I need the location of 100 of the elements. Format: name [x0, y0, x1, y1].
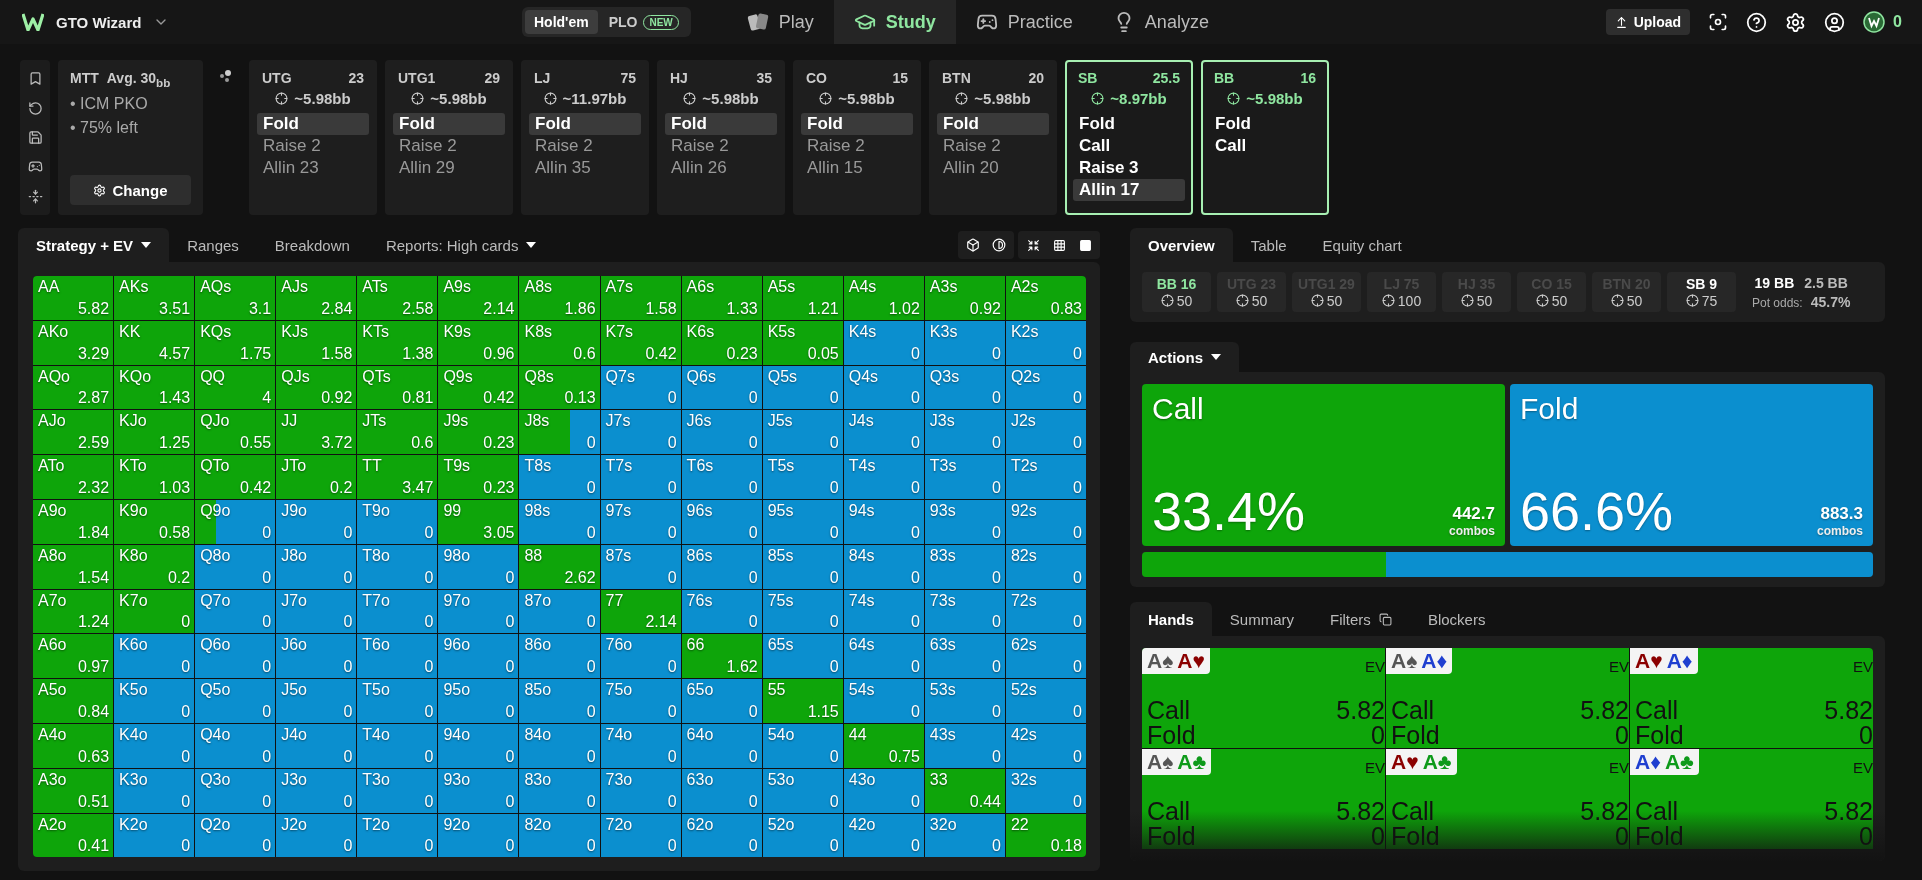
hand-cell[interactable]: K5s 0.05 — [762, 320, 843, 365]
hand-cell[interactable]: Q8o 0 — [195, 544, 276, 589]
hand-cell[interactable]: 76o 0 — [600, 634, 681, 679]
action-option[interactable]: Fold — [937, 113, 1049, 135]
hand-cell[interactable]: 86o 0 — [519, 634, 600, 679]
hand-cell[interactable]: J6o 0 — [276, 634, 357, 679]
hand-cell[interactable]: J4o 0 — [276, 723, 357, 768]
hand-cell[interactable]: 73o 0 — [600, 768, 681, 813]
panel-tab[interactable]: Overview — [1130, 228, 1233, 262]
hand-cell[interactable]: 63o 0 — [681, 768, 762, 813]
hand-cell[interactable]: 82s 0 — [1005, 544, 1086, 589]
hand-cell[interactable]: Q3s 0 — [924, 365, 1005, 410]
hand-cell[interactable]: J3o 0 — [276, 768, 357, 813]
hand-cell[interactable]: T7o 0 — [357, 589, 438, 634]
hand-cell[interactable]: A5o 0.84 — [33, 679, 114, 723]
hand-cell[interactable]: K6s 0.23 — [681, 320, 762, 365]
action-option[interactable]: Fold — [801, 113, 913, 135]
fold-icon[interactable] — [27, 188, 43, 204]
hand-cell[interactable]: K3o 0 — [114, 768, 195, 813]
dots-icon[interactable] — [219, 70, 233, 82]
action-option[interactable]: Raise 2 — [937, 135, 1049, 157]
hand-cell[interactable]: T8s 0 — [519, 455, 600, 499]
scan-button[interactable] — [1708, 12, 1729, 32]
hand-cell[interactable]: AKo 3.29 — [33, 320, 114, 365]
hand-cell[interactable]: Q5s 0 — [762, 365, 843, 410]
hand-cell[interactable]: Q6o 0 — [195, 634, 276, 679]
hand-cell[interactable]: 97s 0 — [600, 500, 681, 544]
hand-cell[interactable]: 54s 0 — [843, 679, 924, 723]
hand-cell[interactable]: AJs 2.84 — [276, 276, 357, 320]
hand-cell[interactable]: QJs 0.92 — [276, 365, 357, 410]
mode-option[interactable]: Hold'em — [525, 10, 598, 34]
action-option[interactable]: Allin 15 — [801, 157, 913, 179]
hand-cell[interactable]: KTo 1.03 — [114, 455, 195, 499]
hand-cell[interactable]: A4o 0.63 — [33, 723, 114, 768]
nav-tab[interactable]: Play — [726, 0, 834, 44]
action-option[interactable]: Call — [1073, 135, 1185, 157]
hand-cell[interactable]: 87s 0 — [600, 544, 681, 589]
hand-cell[interactable]: QTo 0.42 — [195, 455, 276, 499]
hand-cell[interactable]: 93o 0 — [438, 768, 519, 813]
hand-cell[interactable]: K3s 0 — [924, 320, 1005, 365]
hand-cell[interactable]: 72s 0 — [1005, 589, 1086, 634]
hand-cell[interactable]: 84o 0 — [519, 723, 600, 768]
position-card[interactable]: HJ 35 ~5.98bb Fold Raise 2 Allin 26 — [657, 60, 785, 215]
hand-cell[interactable]: 96s 0 — [681, 500, 762, 544]
hand-cell[interactable]: A2s 0.83 — [1005, 276, 1086, 320]
hand-cell[interactable]: J5s 0 — [762, 410, 843, 455]
hand-cell[interactable]: AA 5.82 — [33, 276, 114, 320]
panel-tab[interactable]: Equity chart — [1304, 228, 1420, 262]
hand-cell[interactable]: T5s 0 — [762, 455, 843, 499]
hand-cell[interactable]: Q8s 0.13 — [519, 365, 600, 410]
view-tab[interactable]: Breakdown — [256, 228, 368, 262]
hand-cell[interactable]: T6o 0 — [357, 634, 438, 679]
settings-button[interactable] — [1785, 11, 1807, 33]
hand-cell[interactable]: 53o 0 — [762, 768, 843, 813]
hand-cell[interactable]: 76s 0 — [681, 589, 762, 634]
undo-icon[interactable] — [27, 100, 43, 116]
hand-cell[interactable]: 62o 0 — [681, 813, 762, 858]
change-button[interactable]: Change — [70, 175, 191, 205]
hand-cell[interactable]: QJo 0.55 — [195, 410, 276, 455]
hand-cell[interactable]: 65s 0 — [762, 634, 843, 679]
hand-cell[interactable]: J8o 0 — [276, 544, 357, 589]
hand-cell[interactable]: K9s 0.96 — [438, 320, 519, 365]
action-option[interactable]: Fold — [1209, 113, 1321, 135]
hand-cell[interactable]: T5o 0 — [357, 679, 438, 723]
hand-cell[interactable]: T3o 0 — [357, 768, 438, 813]
hand-cell[interactable]: K2s 0 — [1005, 320, 1086, 365]
action-option[interactable]: Allin 29 — [393, 157, 505, 179]
hand-cell[interactable]: QQ 4 — [195, 365, 276, 410]
action-option[interactable]: Raise 3 — [1073, 157, 1185, 179]
hand-cell[interactable]: J6s 0 — [681, 410, 762, 455]
hand-cell[interactable]: Q3o 0 — [195, 768, 276, 813]
hand-cell[interactable]: K6o 0 — [114, 634, 195, 679]
hand-cell[interactable]: 32s 0 — [1005, 768, 1086, 813]
hand-cell[interactable]: 63s 0 — [924, 634, 1005, 679]
hand-cell[interactable]: K7s 0.42 — [600, 320, 681, 365]
hand-cell[interactable]: K4s 0 — [843, 320, 924, 365]
hand-cell[interactable]: A8s 1.86 — [519, 276, 600, 320]
hand-cell[interactable]: T4o 0 — [357, 723, 438, 768]
hand-cell[interactable]: 73s 0 — [924, 589, 1005, 634]
hand-cell[interactable]: T9o 0 — [357, 500, 438, 544]
hand-cell[interactable]: A8o 1.54 — [33, 544, 114, 589]
hand-cell[interactable]: 42s 0 — [1005, 723, 1086, 768]
bookmark-icon[interactable] — [27, 71, 43, 87]
hands-tab[interactable]: Filters — [1312, 602, 1410, 636]
position-card[interactable]: CO 15 ~5.98bb Fold Raise 2 Allin 15 — [793, 60, 921, 215]
hand-cell[interactable]: 97o 0 — [438, 589, 519, 634]
hand-cell[interactable]: A3o 0.51 — [33, 768, 114, 813]
hand-cell[interactable]: ATs 2.58 — [357, 276, 438, 320]
hand-cell[interactable]: J9s 0.23 — [438, 410, 519, 455]
hand-cell[interactable]: K2o 0 — [114, 813, 195, 858]
hand-cell[interactable]: AKs 3.51 — [114, 276, 195, 320]
hand-cell[interactable]: T7s 0 — [600, 455, 681, 499]
hand-cell[interactable]: TT 3.47 — [357, 455, 438, 499]
action-option[interactable]: Fold — [1073, 113, 1185, 135]
action-option[interactable]: Fold — [257, 113, 369, 135]
hand-cell[interactable]: T9s 0.23 — [438, 455, 519, 499]
action-option[interactable]: Fold — [529, 113, 641, 135]
hand-cell[interactable]: Q5o 0 — [195, 679, 276, 723]
hand-cell[interactable]: 65o 0 — [681, 679, 762, 723]
view-tab[interactable]: Reports: High cards — [367, 228, 555, 262]
